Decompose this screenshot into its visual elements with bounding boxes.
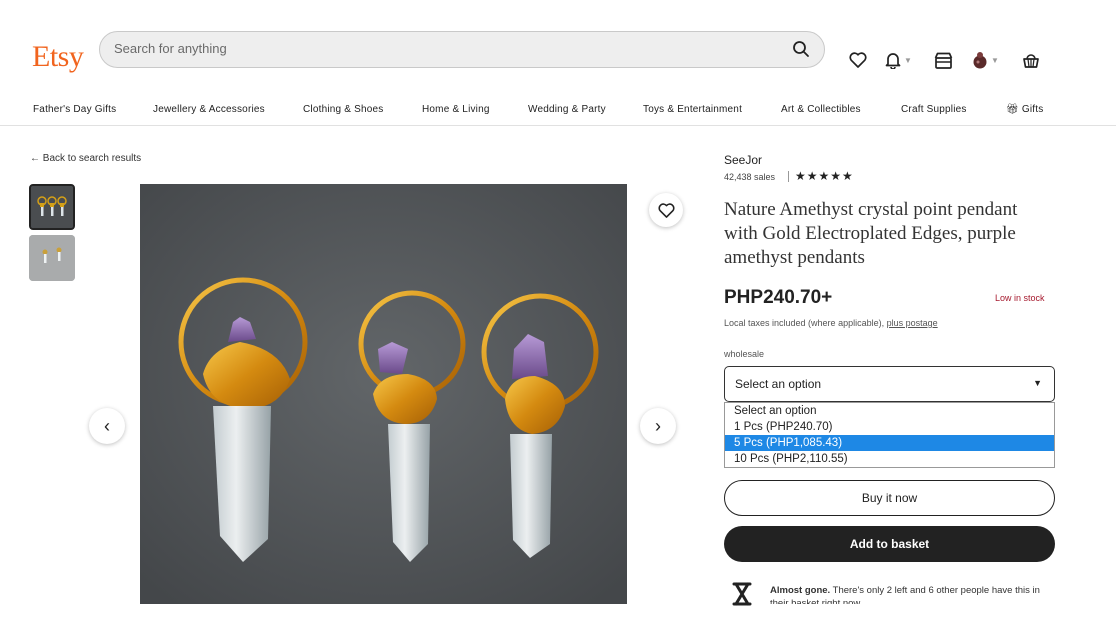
thumbnail-2[interactable] — [29, 235, 75, 281]
buy-now-button[interactable]: Buy it now — [724, 480, 1055, 516]
add-to-basket-button[interactable]: Add to basket — [724, 526, 1055, 562]
avatar[interactable]: ▼ — [972, 49, 999, 71]
nav-item-gifts-label: Gifts — [1021, 104, 1044, 115]
variation-dropdown: Select an option 1 Pcs (PHP240.70) 5 Pcs… — [724, 402, 1055, 468]
dropdown-option[interactable]: 10 Pcs (PHP2,110.55) — [725, 451, 1054, 467]
favorite-button[interactable] — [649, 193, 683, 227]
chevron-left-icon: ‹ — [104, 415, 110, 436]
nav-item-jewellery[interactable]: Jewellery & Accessories — [153, 104, 265, 115]
nav-item-art[interactable]: Art & Collectibles — [781, 104, 861, 115]
prev-image-button[interactable]: ‹ — [89, 408, 125, 444]
header-divider — [0, 125, 1116, 126]
taxes-text: Local taxes included (where applicable), — [724, 318, 885, 328]
arrow-left-icon: ← — [30, 153, 40, 164]
back-link-label: Back to search results — [42, 153, 142, 164]
shop-icon[interactable] — [934, 49, 953, 71]
variation-label: wholesale — [724, 349, 765, 359]
availability-notice: Almost gone. There's only 2 left and 6 o… — [770, 584, 1055, 604]
search-input[interactable] — [114, 41, 754, 56]
search-bar[interactable] — [99, 31, 825, 68]
chevron-down-icon: ▼ — [904, 55, 912, 65]
variation-select[interactable]: Select an option ▼ — [724, 366, 1055, 402]
next-image-button[interactable]: › — [640, 408, 676, 444]
nav-item-gifts[interactable]: 🎁︎ Gifts — [1006, 104, 1043, 115]
heart-icon — [657, 202, 675, 218]
chevron-down-icon: ▼ — [1033, 378, 1042, 388]
basket-icon[interactable] — [1022, 49, 1040, 71]
sales-count: 42,438 sales — [724, 172, 776, 182]
hourglass-icon — [731, 582, 753, 611]
dropdown-option[interactable]: 1 Pcs (PHP240.70) — [725, 419, 1054, 435]
product-image[interactable] — [140, 184, 627, 604]
rating-stars[interactable]: ★★★★★ — [795, 169, 854, 183]
nav-item-wedding[interactable]: Wedding & Party — [528, 104, 606, 115]
nav-item-clothing[interactable]: Clothing & Shoes — [303, 104, 383, 115]
thumbnail-1[interactable] — [29, 184, 75, 230]
variation-selected-value: Select an option — [735, 377, 822, 391]
availability-notice-bold: Almost gone. — [770, 585, 831, 596]
dropdown-option[interactable]: Select an option — [725, 403, 1054, 419]
stock-status: Low in stock — [995, 293, 1045, 303]
heart-icon[interactable] — [849, 49, 867, 71]
separator — [788, 171, 789, 182]
dropdown-option-highlighted[interactable]: 5 Pcs (PHP1,085.43) — [725, 435, 1054, 451]
taxes-note: Local taxes included (where applicable),… — [724, 318, 938, 328]
etsy-logo[interactable]: Etsy — [32, 40, 84, 74]
nav-item-toys[interactable]: Toys & Entertainment — [643, 104, 742, 115]
search-icon[interactable] — [792, 40, 810, 63]
chevron-down-icon: ▼ — [991, 55, 999, 65]
shop-name[interactable]: SeeJor — [724, 153, 762, 167]
nav-item-craft[interactable]: Craft Supplies — [901, 104, 967, 115]
product-title: Nature Amethyst crystal point pendant wi… — [724, 199, 1018, 268]
back-link[interactable]: ← Back to search results — [30, 153, 141, 164]
postage-link[interactable]: plus postage — [887, 318, 938, 328]
nav-item-fathers-day[interactable]: Father's Day Gifts — [33, 104, 116, 115]
gift-icon: 🎁︎ — [1006, 104, 1019, 115]
bell-icon[interactable]: ▼ — [885, 49, 912, 71]
chevron-right-icon: › — [655, 415, 661, 436]
category-nav: Father's Day Gifts Jewellery & Accessori… — [0, 104, 1116, 118]
price: PHP240.70+ — [724, 287, 833, 308]
nav-item-home[interactable]: Home & Living — [422, 104, 490, 115]
